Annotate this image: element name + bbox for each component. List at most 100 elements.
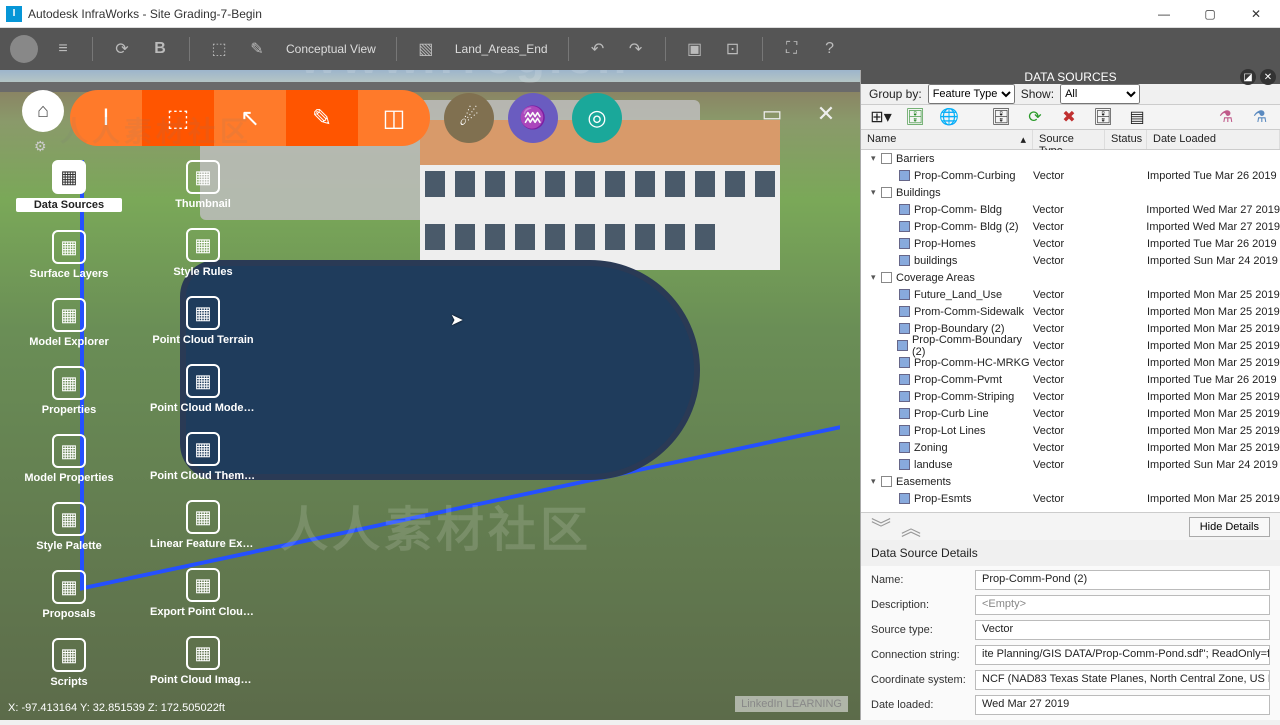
collapse-all-icon[interactable]: ︾: [871, 512, 891, 541]
status-coordinates: X: -97.413164 Y: 32.851539 Z: 172.505022…: [0, 702, 233, 720]
tools-icon[interactable]: ✕: [808, 96, 844, 132]
configure-icon[interactable]: 🗄: [989, 105, 1013, 129]
viewport-3d[interactable]: ➤ ⌂ ⚙ I ⬚ ↖ ✎ ◫ ☄ ♒ ◎ ▭ ✕ ▦Data Sources▦…: [0, 70, 860, 720]
mode-model-button[interactable]: ⬚: [142, 90, 214, 146]
mode-home-button[interactable]: I: [70, 90, 142, 146]
filter-remove-icon[interactable]: ⚗: [1214, 105, 1238, 129]
drainage-circle-button[interactable]: ◎: [572, 93, 622, 143]
menu-icon[interactable]: ≡: [50, 36, 76, 62]
bridge-circle-button[interactable]: ♒: [508, 93, 558, 143]
group-by-select[interactable]: Feature Type: [928, 84, 1015, 104]
palette-point-cloud-themes[interactable]: ▦Point Cloud Themes: [150, 432, 256, 482]
globe-icon[interactable]: 🌐: [937, 105, 961, 129]
palette-model-explorer[interactable]: ▦Model Explorer: [16, 298, 122, 348]
palette-label: Linear Feature Extract...: [150, 538, 256, 550]
view-mode-dropdown[interactable]: Conceptual View: [282, 42, 380, 56]
mode-select-button[interactable]: ↖: [214, 90, 286, 146]
terrain-circle-button[interactable]: ☄: [444, 93, 494, 143]
detail-conn-field[interactable]: ite Planning/GIS DATA/Prop-Comm-Pond.sdf…: [975, 645, 1270, 665]
undo-icon[interactable]: ↶: [585, 36, 611, 62]
export-source-icon[interactable]: ▤: [1125, 105, 1149, 129]
panel-popout-icon[interactable]: ◪: [1240, 69, 1256, 85]
mode-draw-button[interactable]: ✎: [286, 90, 358, 146]
present-icon[interactable]: ▭: [754, 96, 790, 132]
tree-item[interactable]: ZoningVectorImported Mon Mar 25 2019: [861, 439, 1280, 456]
detail-date-field[interactable]: Wed Mar 27 2019: [975, 695, 1270, 715]
tree-item[interactable]: Prop-EsmtsVectorImported Mon Mar 25 2019: [861, 490, 1280, 507]
user-avatar[interactable]: [10, 35, 38, 63]
tree-item[interactable]: Prop-Curb LineVectorImported Mon Mar 25 …: [861, 405, 1280, 422]
tree-item[interactable]: Prop-HomesVectorImported Tue Mar 26 2019: [861, 235, 1280, 252]
palette-model-properties[interactable]: ▦Model Properties: [16, 434, 122, 484]
tree-group[interactable]: ▾Coverage Areas: [861, 269, 1280, 286]
panel-close-icon[interactable]: ✕: [1260, 69, 1276, 85]
add-db-icon[interactable]: 🗄: [903, 105, 927, 129]
tree-item[interactable]: Future_Land_UseVectorImported Mon Mar 25…: [861, 286, 1280, 303]
tree-item[interactable]: Prop-Comm- BldgVectorImported Wed Mar 27…: [861, 201, 1280, 218]
close-button[interactable]: ✕: [1242, 4, 1270, 24]
refresh-icon[interactable]: ⟳: [109, 36, 135, 62]
settings-gear-icon[interactable]: ⚙: [34, 138, 47, 155]
col-status[interactable]: Status: [1105, 130, 1147, 149]
tree-item[interactable]: Prop-Lot LinesVectorImported Mon Mar 25 …: [861, 422, 1280, 439]
data-sources-tree[interactable]: ▾BarriersProp-Comm-CurbingVectorImported…: [861, 150, 1280, 512]
refresh-source-icon[interactable]: ⟳: [1023, 105, 1047, 129]
delete-source-icon[interactable]: ✖: [1057, 105, 1081, 129]
palette-icon: ▦: [52, 434, 86, 468]
maximize-button[interactable]: ▢: [1196, 4, 1224, 24]
detail-desc-field[interactable]: <Empty>: [975, 595, 1270, 615]
redo-icon[interactable]: ↷: [623, 36, 649, 62]
bold-icon[interactable]: B: [147, 36, 173, 62]
palette-properties[interactable]: ▦Properties: [16, 366, 122, 416]
col-name[interactable]: Name ▴: [861, 130, 1033, 149]
palette-point-cloud-image-lo-[interactable]: ▦Point Cloud Image Lo...: [150, 636, 256, 686]
add-source-icon[interactable]: ⊞▾: [869, 105, 893, 129]
save-source-icon[interactable]: 🗄: [1091, 105, 1115, 129]
tree-item[interactable]: Prop-Comm-Boundary (2)VectorImported Mon…: [861, 337, 1280, 354]
show-select[interactable]: All: [1060, 84, 1140, 104]
palette-point-cloud-terrain[interactable]: ▦Point Cloud Terrain: [150, 296, 256, 346]
tree-group[interactable]: ▾Buildings: [861, 184, 1280, 201]
tree-item[interactable]: Prop-Comm-CurbingVectorImported Tue Mar …: [861, 167, 1280, 184]
palette-data-sources[interactable]: ▦Data Sources: [16, 160, 122, 212]
minimize-button[interactable]: —: [1150, 4, 1178, 24]
layer-dropdown[interactable]: Land_Areas_End: [451, 42, 552, 56]
tree-item[interactable]: Prop-Comm-PvmtVectorImported Tue Mar 26 …: [861, 371, 1280, 388]
palette-export-point-cloud-ex-[interactable]: ▦Export Point Cloud Ex...: [150, 568, 256, 618]
select-tool-icon[interactable]: ▣: [682, 36, 708, 62]
palette-linear-feature-extract-[interactable]: ▦Linear Feature Extract...: [150, 500, 256, 550]
detail-conn-label: Connection string:: [871, 649, 975, 661]
detail-coord-field[interactable]: NCF (NAD83 Texas State Planes, North Cen…: [975, 670, 1270, 690]
palette-point-cloud-modeling[interactable]: ▦Point Cloud Modeling: [150, 364, 256, 414]
col-date-loaded[interactable]: Date Loaded: [1147, 130, 1280, 149]
measure-icon[interactable]: ⊡: [720, 36, 746, 62]
palette-proposals[interactable]: ▦Proposals: [16, 570, 122, 620]
tree-item[interactable]: landuseVectorImported Sun Mar 24 2019: [861, 456, 1280, 473]
edit-icon[interactable]: ✎: [244, 36, 270, 62]
tree-item[interactable]: Prop-Comm-HC-MRKGVectorImported Mon Mar …: [861, 354, 1280, 371]
palette-icon: ▦: [186, 296, 220, 330]
palette-style-palette[interactable]: ▦Style Palette: [16, 502, 122, 552]
tree-group[interactable]: ▾Barriers: [861, 150, 1280, 167]
tree-item[interactable]: Prop-Comm-StripingVectorImported Mon Mar…: [861, 388, 1280, 405]
palette-style-rules[interactable]: ▦Style Rules: [150, 228, 256, 278]
image-icon[interactable]: ▧: [413, 36, 439, 62]
palette-thumbnail[interactable]: ▦Thumbnail: [150, 160, 256, 210]
cube-icon[interactable]: ⬚: [206, 36, 232, 62]
hide-details-button[interactable]: Hide Details: [1189, 517, 1270, 537]
expand-all-icon[interactable]: ︽: [901, 512, 921, 541]
home-button[interactable]: ⌂: [22, 90, 64, 132]
detail-src-field[interactable]: Vector: [975, 620, 1270, 640]
palette-surface-layers[interactable]: ▦Surface Layers: [16, 230, 122, 280]
filter-add-icon[interactable]: ⚗: [1248, 105, 1272, 129]
tree-group[interactable]: ▾Easements: [861, 473, 1280, 490]
detail-name-field[interactable]: Prop-Comm-Pond (2): [975, 570, 1270, 590]
tree-item[interactable]: Prop-Comm- Bldg (2)VectorImported Wed Ma…: [861, 218, 1280, 235]
fullscreen-icon[interactable]: ⛶: [779, 36, 805, 62]
palette-scripts[interactable]: ▦Scripts: [16, 638, 122, 688]
tree-item[interactable]: buildingsVectorImported Sun Mar 24 2019: [861, 252, 1280, 269]
mode-shape-button[interactable]: ◫: [358, 90, 430, 146]
help-icon[interactable]: ?: [817, 36, 843, 62]
tree-item[interactable]: Prom-Comm-SidewalkVectorImported Mon Mar…: [861, 303, 1280, 320]
col-source-type[interactable]: Source Type: [1033, 130, 1105, 149]
